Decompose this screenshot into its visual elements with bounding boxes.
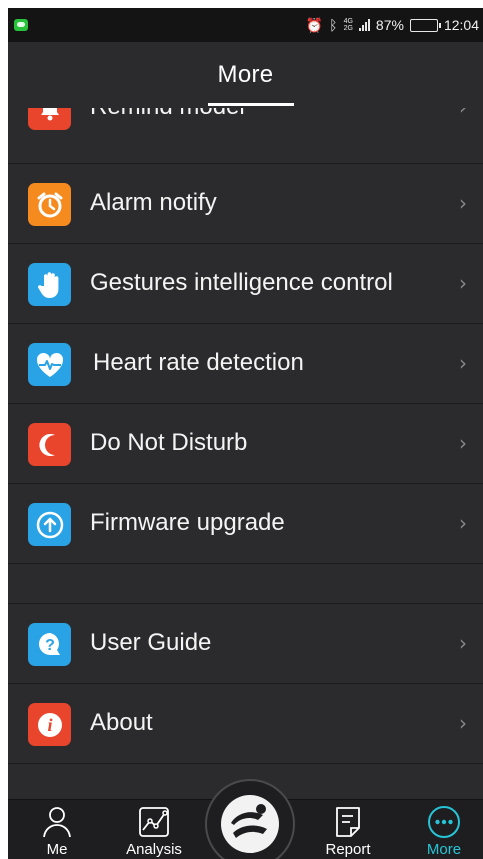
tab-more[interactable]: More bbox=[404, 800, 483, 859]
center-sport-button[interactable] bbox=[205, 779, 295, 859]
person-icon bbox=[43, 807, 71, 838]
tab-analysis[interactable]: Analysis bbox=[114, 800, 194, 859]
runner-logo-icon bbox=[221, 795, 279, 853]
bell-icon bbox=[28, 108, 71, 130]
wechat-notification-icon bbox=[14, 19, 28, 31]
menu-item-label: Heart rate detection bbox=[93, 349, 304, 376]
menu-item-label: Gestures intelligence control bbox=[90, 269, 393, 296]
info-icon: i bbox=[28, 703, 71, 746]
chevron-right-icon: › bbox=[459, 631, 467, 655]
chevron-right-icon: › bbox=[459, 108, 467, 119]
signal-icon bbox=[358, 19, 370, 31]
title-underline bbox=[208, 103, 294, 106]
menu-item-user-guide[interactable]: ? User Guide › bbox=[8, 603, 483, 682]
bottom-tab-bar: Me Analysis Report More bbox=[8, 779, 483, 859]
settings-list: Remind model › Alarm notify › Gestures i… bbox=[8, 108, 483, 799]
menu-item-gestures-control[interactable]: Gestures intelligence control › bbox=[8, 243, 483, 322]
menu-item-label: Firmware upgrade bbox=[90, 509, 285, 536]
chevron-right-icon: › bbox=[459, 351, 467, 375]
menu-item-heart-rate[interactable]: Heart rate detection › bbox=[8, 323, 483, 402]
tab-report[interactable]: Report bbox=[308, 800, 388, 859]
menu-item-label: Alarm notify bbox=[90, 189, 217, 216]
header: More bbox=[8, 42, 483, 108]
status-bar: ⏰ ᛒ 4G 2G 87% 12:04 bbox=[8, 8, 483, 42]
menu-item-label: Remind model bbox=[90, 108, 245, 121]
menu-item-about[interactable]: i About › bbox=[8, 683, 483, 762]
upgrade-arrow-icon bbox=[28, 503, 71, 546]
status-time: 12:04 bbox=[443, 17, 479, 33]
report-icon bbox=[336, 807, 360, 837]
heart-rate-icon bbox=[28, 343, 71, 386]
network-type: 4G 2G bbox=[344, 18, 353, 32]
chevron-right-icon: › bbox=[459, 271, 467, 295]
alarm-clock-icon bbox=[28, 183, 71, 226]
app-screen: ⏰ ᛒ 4G 2G 87% 12:04 More Remind model › bbox=[8, 8, 483, 859]
chevron-right-icon: › bbox=[459, 511, 467, 535]
menu-item-alarm-notify[interactable]: Alarm notify › bbox=[8, 163, 483, 242]
moon-icon bbox=[28, 423, 71, 466]
section-divider bbox=[8, 563, 483, 603]
battery-percent: 87% bbox=[375, 17, 404, 33]
alarm-status-icon: ⏰ bbox=[305, 16, 324, 33]
tab-label: Analysis bbox=[126, 841, 182, 858]
chevron-right-icon: › bbox=[459, 191, 467, 215]
network-type-top: 4G bbox=[343, 18, 353, 25]
battery-icon bbox=[409, 18, 441, 32]
hand-icon bbox=[28, 263, 71, 306]
menu-item-label: Do Not Disturb bbox=[90, 429, 248, 456]
tab-label: More bbox=[426, 841, 462, 858]
tab-me[interactable]: Me bbox=[17, 800, 97, 859]
menu-item-do-not-disturb[interactable]: Do Not Disturb › bbox=[8, 403, 483, 482]
menu-item-remind-model[interactable]: Remind model › bbox=[8, 108, 483, 146]
network-type-bottom: 2G bbox=[343, 25, 353, 32]
bluetooth-icon: ᛒ bbox=[329, 17, 338, 33]
chevron-right-icon: › bbox=[459, 431, 467, 455]
menu-item-label: User Guide bbox=[90, 629, 212, 656]
chart-icon bbox=[139, 807, 169, 837]
menu-item-label: About bbox=[90, 709, 153, 736]
svg-text:?: ? bbox=[45, 637, 55, 654]
question-icon: ? bbox=[28, 623, 71, 666]
svg-text:i: i bbox=[47, 715, 52, 735]
menu-item-firmware-upgrade[interactable]: Firmware upgrade › bbox=[8, 483, 483, 562]
tab-label: Report bbox=[325, 841, 371, 858]
tab-label: Me bbox=[46, 841, 68, 858]
status-indicators: ⏰ ᛒ 4G 2G 87% 12:04 bbox=[306, 17, 479, 34]
page-title: More bbox=[217, 61, 274, 88]
chevron-right-icon: › bbox=[459, 711, 467, 735]
more-dots-icon bbox=[428, 806, 460, 838]
